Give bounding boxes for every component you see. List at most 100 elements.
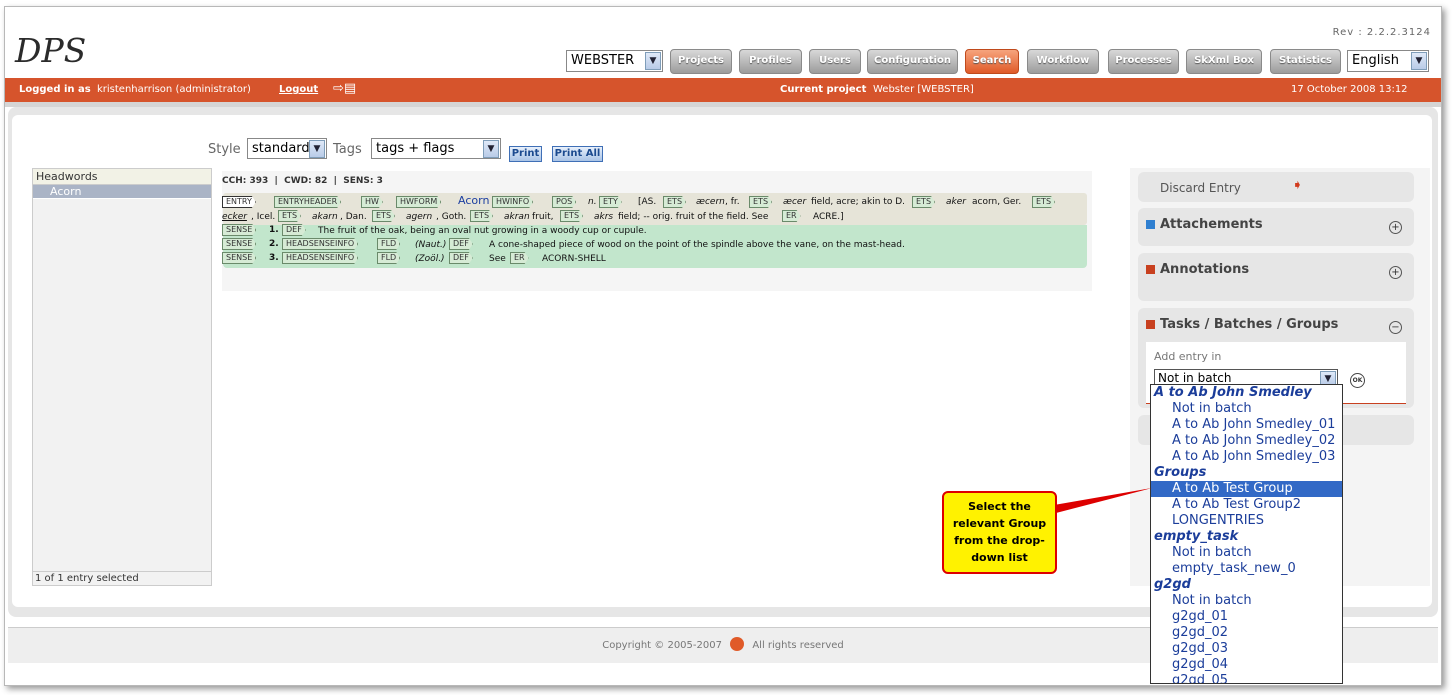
logout-icon[interactable]: ⇨▤ xyxy=(333,81,356,96)
current-project-label: Current project xyxy=(780,84,867,95)
tag-fld[interactable]: FLD xyxy=(377,252,400,264)
pos-value: n. xyxy=(588,197,597,207)
annotations-icon xyxy=(1146,265,1155,274)
tag-ets[interactable]: ETS xyxy=(912,196,935,208)
tag-ets[interactable]: ETS xyxy=(470,210,493,222)
tag-ets[interactable]: ETS xyxy=(372,210,395,222)
chevron-down-icon[interactable]: ▼ xyxy=(1411,52,1427,70)
expand-icon[interactable]: + xyxy=(1389,221,1402,234)
sense-definition: The fruit of the oak, being an oval nut … xyxy=(318,226,647,236)
company-logo-icon xyxy=(730,637,745,651)
header: ​ DPS Rev : 2.2.2.3124 WEBSTER ▼ Project… xyxy=(5,7,1441,77)
sense-number: 1. xyxy=(269,225,279,235)
chevron-down-icon[interactable]: ▼ xyxy=(483,140,499,158)
dropdown-option[interactable]: A to Ab John Smedley_02 xyxy=(1151,433,1342,449)
nav-skxml-box[interactable]: SkXml Box xyxy=(1186,49,1262,74)
dropdown-option[interactable]: g2gd_04 xyxy=(1151,657,1342,673)
tag-def[interactable]: DEF xyxy=(282,224,306,236)
tag-ety[interactable]: ETY xyxy=(599,196,622,208)
batch-dropdown-list[interactable]: A to Ab John Smedley Not in batch A to Ab … xyxy=(1150,384,1343,684)
discard-entry-card[interactable]: Discard Entry ➧ xyxy=(1138,172,1414,202)
tag-hwinfo[interactable]: HWINFO xyxy=(492,196,533,208)
nav-profiles[interactable]: Profiles xyxy=(739,49,802,74)
project-select[interactable]: WEBSTER ▼ xyxy=(566,50,663,72)
tag-sense[interactable]: SENSE xyxy=(222,224,256,236)
tag-headsenseinfo[interactable]: HEADSENSEINFO xyxy=(282,252,358,264)
nav-statistics[interactable]: Statistics xyxy=(1270,49,1341,74)
dropdown-group-label: g2gd xyxy=(1154,577,1191,592)
entry-stats: CCH: 393 | CWD: 82 | SENS: 3 xyxy=(222,176,383,186)
app-logo: DPS xyxy=(15,31,87,70)
annotations-card[interactable]: Annotations + xyxy=(1138,253,1414,301)
logout-link[interactable]: Logout xyxy=(279,84,318,95)
tag-def[interactable]: DEF xyxy=(449,238,473,250)
copyright-text: Copyright © 2005-2007 xyxy=(602,640,722,651)
sense-cross-ref: ACORN-SHELL xyxy=(542,254,606,264)
tag-ets[interactable]: ETS xyxy=(1032,196,1055,208)
dropdown-group-label: empty_task xyxy=(1154,529,1239,544)
dropdown-option[interactable]: A to Ab John Smedley_01 xyxy=(1151,417,1342,433)
headwords-title: Headwords xyxy=(33,169,211,185)
chevron-down-icon[interactable]: ▼ xyxy=(645,52,661,70)
tag-sense[interactable]: SENSE xyxy=(222,252,256,264)
chevron-down-icon[interactable]: ▼ xyxy=(309,140,325,158)
tag-ets[interactable]: ETS xyxy=(560,210,583,222)
nav-users[interactable]: Users xyxy=(809,49,861,74)
tag-fld[interactable]: FLD xyxy=(377,238,400,250)
dropdown-option[interactable]: Not in batch xyxy=(1151,401,1342,417)
expand-icon[interactable]: + xyxy=(1389,266,1402,279)
nav-processes[interactable]: Processes xyxy=(1108,49,1179,74)
print-button[interactable]: Print xyxy=(509,146,542,162)
dropdown-option[interactable]: g2gd_05 xyxy=(1151,673,1342,683)
dropdown-option[interactable]: Not in batch xyxy=(1151,545,1342,561)
tag-pos[interactable]: POS xyxy=(552,196,576,208)
dropdown-option[interactable]: g2gd_01 xyxy=(1151,609,1342,625)
nav-search[interactable]: Search xyxy=(965,49,1019,74)
tag-entryheader[interactable]: ENTRYHEADER xyxy=(274,196,341,208)
sense-field: (Zoöl.) xyxy=(415,254,445,264)
batch-select-value: Not in batch xyxy=(1158,371,1232,385)
dropdown-option[interactable]: LONGENTRIES xyxy=(1151,513,1342,529)
tag-hwform[interactable]: HWFORM xyxy=(396,196,441,208)
current-project: Webster [WEBSTER] xyxy=(873,84,974,95)
dropdown-option[interactable]: A to Ab Test Group2 xyxy=(1151,497,1342,513)
date-time: 17 October 2008 13:12 xyxy=(1291,84,1408,95)
dropdown-option[interactable]: A to Ab Test Group xyxy=(1151,481,1342,497)
arrow-right-icon: ➧ xyxy=(1292,178,1303,193)
tag-entry[interactable]: ENTRY xyxy=(222,196,256,208)
tag-ets[interactable]: ETS xyxy=(663,196,686,208)
discard-entry-button[interactable]: Discard Entry xyxy=(1160,181,1241,195)
print-all-button[interactable]: Print All xyxy=(552,146,603,162)
dropdown-option[interactable]: g2gd_03 xyxy=(1151,641,1342,657)
nav-projects[interactable]: Projects xyxy=(670,49,732,74)
dropdown-option[interactable]: A to Ab John Smedley_03 xyxy=(1151,449,1342,465)
style-select-value: standard xyxy=(252,141,310,156)
instruction-callout: Select the relevant Group from the drop-… xyxy=(942,491,1057,574)
dropdown-option[interactable]: Not in batch xyxy=(1151,593,1342,609)
tag-def[interactable]: DEF xyxy=(449,252,473,264)
annotations-title: Annotations xyxy=(1160,262,1250,277)
dropdown-option[interactable]: g2gd_02 xyxy=(1151,625,1342,641)
headwords-panel: Headwords Acorn 1 of 1 entry selected xyxy=(32,168,212,586)
tags-select[interactable]: tags + flags ▼ xyxy=(371,138,501,159)
watermark: ​ xyxy=(298,7,312,24)
nav-workflow[interactable]: Workflow xyxy=(1027,49,1099,74)
headword-item[interactable]: Acorn xyxy=(33,185,211,199)
ok-button[interactable]: OK xyxy=(1350,373,1365,388)
style-select[interactable]: standard ▼ xyxy=(247,138,327,159)
collapse-icon[interactable]: − xyxy=(1389,321,1402,334)
tag-sense[interactable]: SENSE xyxy=(222,238,256,250)
language-select[interactable]: English ▼ xyxy=(1347,50,1429,72)
tag-ets[interactable]: ETS xyxy=(278,210,301,222)
tag-headsenseinfo[interactable]: HEADSENSEINFO xyxy=(282,238,358,250)
sense-definition: See xyxy=(489,254,506,264)
nav-configuration[interactable]: Configuration xyxy=(867,49,958,74)
tag-hw[interactable]: HW xyxy=(361,196,383,208)
attachements-card[interactable]: Attachements + xyxy=(1138,208,1414,246)
dropdown-option[interactable]: empty_task_new_0 xyxy=(1151,561,1342,577)
project-select-value: WEBSTER xyxy=(571,53,635,68)
tag-ets[interactable]: ETS xyxy=(749,196,772,208)
rights-text: All rights reserved xyxy=(752,640,844,651)
tags-select-value: tags + flags xyxy=(376,141,455,156)
callout-pointer xyxy=(1054,488,1152,513)
